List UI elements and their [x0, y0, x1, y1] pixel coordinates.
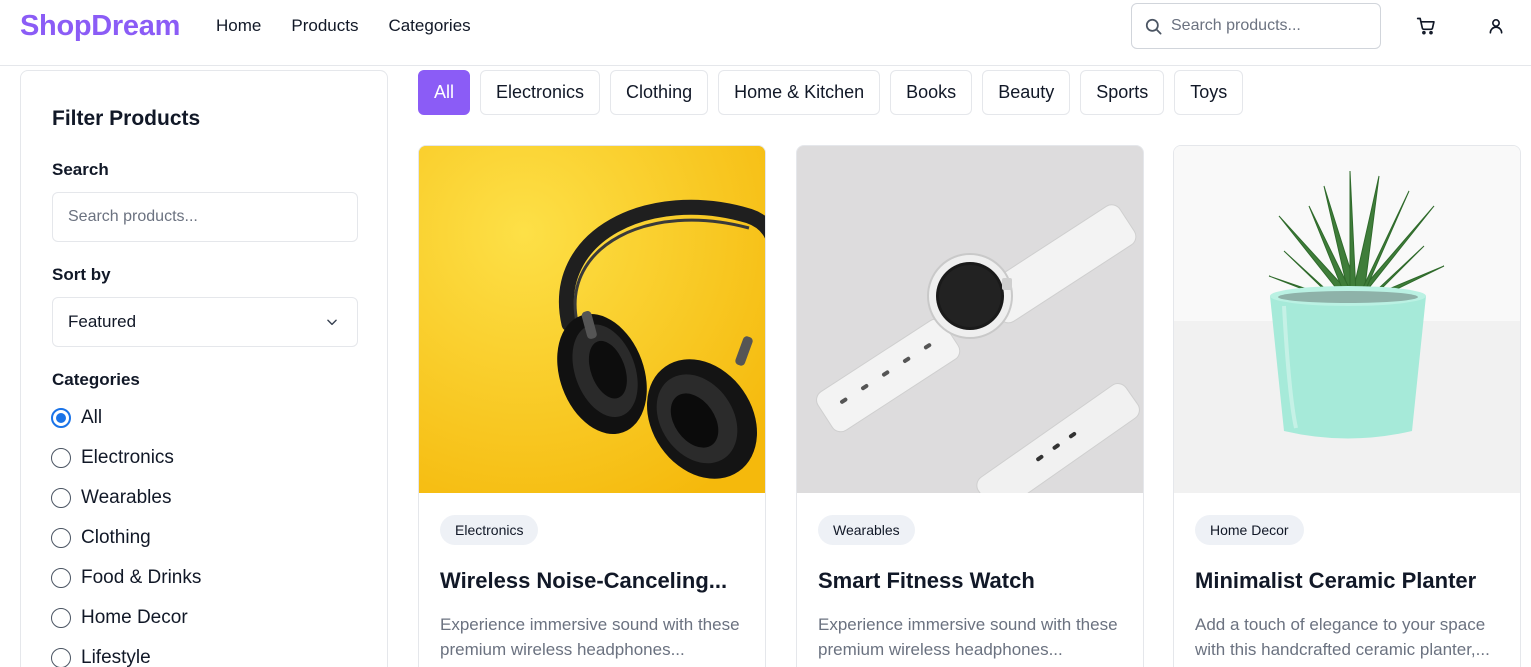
filter-sidebar: Filter Products Search Sort by Featured …: [20, 70, 388, 667]
sort-value: Featured: [68, 312, 137, 331]
radio-label: Home Decor: [81, 607, 188, 628]
product-description: Experience immersive sound with these pr…: [440, 615, 740, 659]
category-radio-lifestyle[interactable]: Lifestyle: [51, 647, 151, 667]
category-badge: Electronics: [440, 515, 539, 545]
nav-products[interactable]: Products: [291, 16, 358, 36]
product-description: Experience immersive sound with these pr…: [818, 615, 1118, 659]
nav-home[interactable]: Home: [216, 16, 261, 36]
radio-label: Clothing: [81, 527, 151, 548]
tab-sports[interactable]: Sports: [1080, 70, 1165, 115]
product-name[interactable]: Smart Fitness Watch: [818, 568, 1035, 594]
sort-select[interactable]: Featured: [52, 297, 358, 347]
product-name[interactable]: Minimalist Ceramic Planter: [1195, 568, 1476, 594]
planter-illustration: [1174, 146, 1520, 493]
filter-search-input[interactable]: [52, 192, 358, 242]
main-nav: Home Products Categories: [216, 16, 471, 36]
product-name[interactable]: Wireless Noise-Canceling...: [440, 568, 727, 594]
radio-button[interactable]: [51, 608, 71, 628]
headphones-illustration: [419, 146, 765, 493]
radio-label: Electronics: [81, 447, 174, 468]
watch-illustration: [797, 146, 1143, 493]
category-radio-wearables[interactable]: Wearables: [51, 487, 171, 509]
account-button[interactable]: [1483, 13, 1509, 39]
product-card[interactable]: Wearables Smart Fitness Watch Experience…: [796, 145, 1144, 667]
tab-beauty[interactable]: Beauty: [982, 70, 1071, 115]
tab-electronics[interactable]: Electronics: [480, 70, 601, 115]
product-image-watch[interactable]: [797, 146, 1143, 493]
category-radio-food-drinks[interactable]: Food & Drinks: [51, 567, 201, 589]
tab-clothing[interactable]: Clothing: [610, 70, 709, 115]
radio-button[interactable]: [51, 488, 71, 508]
product-card[interactable]: Electronics Wireless Noise-Canceling... …: [418, 145, 766, 667]
user-icon: [1489, 19, 1503, 34]
category-radio-electronics[interactable]: Electronics: [51, 447, 174, 469]
nav-categories[interactable]: Categories: [388, 16, 470, 36]
category-badge: Home Decor: [1195, 515, 1304, 545]
radio-label: Lifestyle: [81, 647, 151, 667]
categories-label: Categories: [52, 370, 140, 389]
header-search-box[interactable]: [1131, 3, 1381, 49]
brand-logo[interactable]: ShopDream: [20, 10, 180, 43]
product-image-planter[interactable]: [1174, 146, 1520, 493]
search-icon: [1145, 18, 1162, 34]
tab-toys[interactable]: Toys: [1174, 70, 1244, 115]
chevron-down-icon: [327, 319, 337, 326]
category-radio-clothing[interactable]: Clothing: [51, 527, 151, 549]
radio-button[interactable]: [51, 448, 71, 468]
tab-home-kitchen[interactable]: Home & Kitchen: [718, 70, 881, 115]
category-tabs: All Electronics Clothing Home & Kitchen …: [418, 70, 1244, 115]
filter-title: Filter Products: [52, 107, 201, 130]
radio-label: All: [81, 407, 103, 428]
product-image-headphones[interactable]: [419, 146, 765, 493]
radio-label: Wearables: [81, 487, 172, 508]
radio-button[interactable]: [51, 648, 71, 667]
radio-label: Food & Drinks: [81, 567, 202, 588]
category-badge: Wearables: [818, 515, 915, 545]
cart-icon: [1416, 17, 1435, 35]
radio-button[interactable]: [51, 568, 71, 588]
product-description: Add a touch of elegance to your space wi…: [1195, 615, 1490, 659]
tab-all[interactable]: All: [418, 70, 471, 115]
cart-button[interactable]: [1413, 13, 1439, 39]
tab-books[interactable]: Books: [890, 70, 973, 115]
header-search-input[interactable]: [1171, 17, 1361, 35]
top-header: ShopDream Home Products Categories: [0, 0, 1531, 66]
category-radio-all[interactable]: All: [51, 407, 102, 429]
search-label: Search: [52, 160, 109, 179]
sort-label: Sort by: [52, 265, 111, 284]
radio-button[interactable]: [51, 408, 71, 428]
category-radio-home-decor[interactable]: Home Decor: [51, 607, 188, 629]
radio-button[interactable]: [51, 528, 71, 548]
product-card[interactable]: Home Decor Minimalist Ceramic Planter Ad…: [1173, 145, 1521, 667]
